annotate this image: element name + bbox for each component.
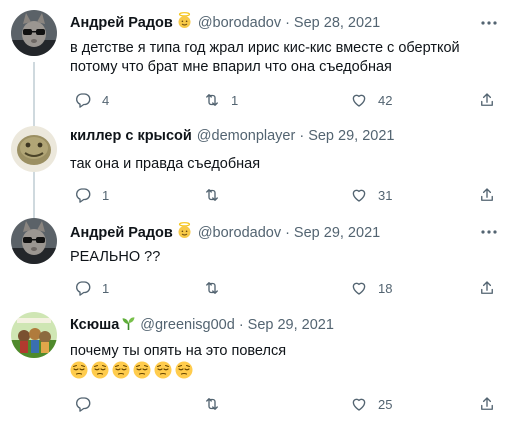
like-button[interactable]: 25: [350, 395, 392, 413]
separator-dot: ·: [299, 128, 305, 144]
reply-button[interactable]: 4: [74, 91, 109, 109]
user-handle[interactable]: @greenisg00d: [140, 317, 235, 333]
separator-dot: ·: [238, 317, 244, 333]
like-count: 42: [378, 92, 393, 108]
reply-icon: [76, 188, 91, 203]
pensive-face-icon: [91, 361, 109, 379]
angel-emoji-icon: [177, 12, 192, 33]
like-count: 31: [378, 187, 393, 203]
more-options-icon[interactable]: [480, 223, 498, 241]
like-button[interactable]: 42: [350, 91, 392, 109]
clay-face-avatar-icon: [11, 126, 57, 172]
angel-emoji-icon: [177, 222, 192, 243]
share-button[interactable]: [478, 279, 496, 297]
user-handle[interactable]: @borodadov: [198, 15, 281, 31]
seedling-icon: [122, 316, 135, 334]
share-icon: [481, 397, 493, 410]
retweet-icon: [206, 189, 218, 201]
retweet-button[interactable]: [203, 279, 231, 297]
pensive-face-icon: [112, 361, 130, 379]
tweet-date[interactable]: Sep 28, 2021: [294, 15, 380, 31]
retweet-button[interactable]: 1: [203, 91, 238, 109]
share-icon: [481, 93, 493, 106]
tweet-actions: 4 1 42: [0, 91, 512, 111]
share-button[interactable]: [478, 91, 496, 109]
separator-dot: ·: [285, 224, 290, 241]
emoji-row: [70, 361, 193, 379]
retweet-icon: [206, 398, 218, 410]
pensive-face-icon: [133, 361, 151, 379]
reply-icon: [76, 93, 91, 108]
tweet-text-line: почему ты опять на это повелся: [70, 343, 287, 359]
tweet-text: так она и правда съедобная: [70, 155, 260, 174]
reply-icon: [76, 281, 91, 296]
tweet-text-line: потому что брат мне впарил что она съедо…: [70, 59, 392, 75]
pensive-face-icon: [154, 361, 172, 379]
display-name[interactable]: киллер с крысой: [70, 128, 192, 144]
retweet-button[interactable]: [203, 186, 231, 204]
reply-icon: [76, 397, 91, 412]
tweet-header: Андрей Радов @borodadov · Sep 29, 2021: [70, 222, 380, 243]
like-button[interactable]: 18: [350, 279, 392, 297]
tweet-text-line: в детстве я типа год жрал ирис кис-кис в…: [70, 40, 460, 56]
cartoon-group-avatar-icon: [11, 312, 57, 358]
like-count: 18: [378, 280, 393, 296]
heart-icon: [352, 398, 366, 411]
heart-icon: [352, 94, 366, 107]
tweet-actions: 25: [0, 395, 512, 415]
user-handle[interactable]: @demonplayer: [197, 128, 296, 144]
retweet-icon: [206, 282, 218, 294]
retweet-button[interactable]: [203, 395, 231, 413]
avatar[interactable]: [11, 10, 57, 56]
share-icon: [481, 281, 493, 294]
tweet-date[interactable]: Sep 29, 2021: [308, 128, 394, 144]
tweet-text-line: так она и правда съедобная: [70, 156, 261, 172]
more-options-icon[interactable]: [480, 14, 498, 32]
pensive-face-icon: [175, 361, 193, 379]
heart-icon: [352, 282, 366, 295]
display-name[interactable]: Ксюша: [70, 317, 119, 333]
avatar[interactable]: [11, 218, 57, 264]
tweet-header: Ксюша @greenisg00d · Sep 29, 2021: [70, 316, 334, 334]
share-button[interactable]: [478, 186, 496, 204]
tweet-date[interactable]: Sep 29, 2021: [294, 225, 380, 241]
heart-icon: [352, 189, 366, 202]
avatar[interactable]: [11, 126, 57, 172]
reply-count: 1: [102, 280, 110, 296]
tweet-text: почему ты опять на это повелся: [70, 342, 286, 361]
like-count: 25: [378, 396, 393, 412]
tweet-text: РЕАЛЬНО ??: [70, 248, 160, 267]
tweet-text: в детстве я типа год жрал ирис кис-кис в…: [70, 39, 460, 77]
reply-count: 1: [102, 187, 110, 203]
separator-dot: ·: [285, 14, 290, 31]
like-button[interactable]: 31: [350, 186, 392, 204]
reply-count: 4: [102, 92, 110, 108]
display-name[interactable]: Андрей Радов: [70, 225, 173, 241]
avatar[interactable]: [11, 312, 57, 358]
cat-in-glasses-avatar-icon: [11, 218, 57, 264]
tweet-header: Андрей Радов @borodadov · Sep 28, 2021: [70, 12, 380, 33]
cat-in-glasses-avatar-icon: [11, 10, 57, 56]
display-name[interactable]: Андрей Радов: [70, 15, 173, 31]
tweet-header: киллер с крысой @demonplayer · Sep 29, 2…: [70, 128, 394, 144]
share-icon: [481, 188, 493, 201]
tweet-text-line: РЕАЛЬНО ??: [70, 249, 161, 265]
user-handle[interactable]: @borodadov: [198, 225, 281, 241]
reply-button[interactable]: 1: [74, 186, 109, 204]
reply-button[interactable]: 1: [74, 279, 109, 297]
reply-button[interactable]: [74, 395, 102, 413]
pensive-face-icon: [70, 361, 88, 379]
tweet-date[interactable]: Sep 29, 2021: [248, 317, 334, 333]
tweet-actions: 1 18: [0, 279, 512, 299]
share-button[interactable]: [478, 395, 496, 413]
tweet-actions: 1 31: [0, 186, 512, 206]
retweet-count: 1: [231, 92, 239, 108]
retweet-icon: [206, 94, 218, 106]
